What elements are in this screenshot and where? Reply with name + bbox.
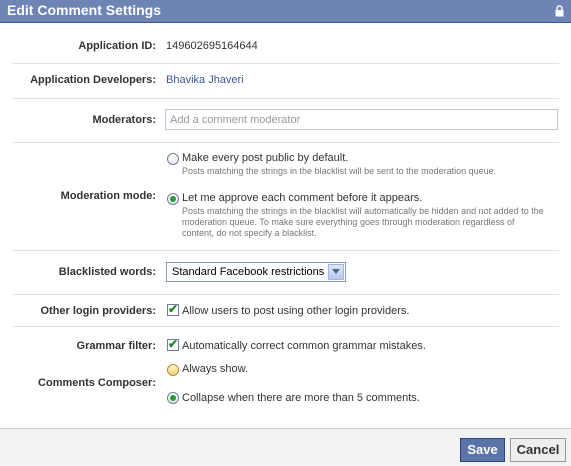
blacklist-select[interactable]: Standard Facebook restrictions <box>166 262 346 282</box>
application-id-value: 149602695164644 <box>166 40 258 52</box>
save-button[interactable]: Save <box>460 438 505 462</box>
divider <box>12 63 559 64</box>
edit-comment-settings-dialog: Edit Comment Settings Application ID: 14… <box>0 0 571 466</box>
check-icon: ✔ <box>168 302 179 316</box>
dialog-title: Edit Comment Settings <box>7 2 162 18</box>
composer-always-show-radio[interactable] <box>167 364 179 376</box>
composer-always-show-option[interactable]: Always show. <box>182 363 248 375</box>
divider <box>12 142 559 143</box>
application-id-label: Application ID: <box>78 40 156 52</box>
divider <box>12 98 559 99</box>
check-icon: ✔ <box>168 337 179 351</box>
grammar-filter-option[interactable]: Automatically correct common grammar mis… <box>182 340 426 352</box>
application-developers-label: Application Developers: <box>30 74 156 86</box>
other-login-providers-label: Other login providers: <box>40 305 156 317</box>
divider <box>12 326 559 327</box>
composer-collapse-option[interactable]: Collapse when there are more than 5 comm… <box>182 392 420 404</box>
moderation-approve-description-line2: moderation queue. To make sure everythin… <box>182 217 515 227</box>
moderation-public-radio[interactable] <box>167 153 179 165</box>
moderator-input[interactable] <box>165 109 558 130</box>
grammar-filter-label: Grammar filter: <box>76 340 156 352</box>
login-providers-checkbox[interactable]: ✔ <box>167 302 179 316</box>
login-providers-option[interactable]: Allow users to post using other login pr… <box>182 305 409 317</box>
moderation-approve-radio[interactable] <box>167 193 179 205</box>
developer-link[interactable]: Bhavika Jhaveri <box>166 74 244 86</box>
moderation-approve-option[interactable]: Let me approve each comment before it ap… <box>182 192 422 204</box>
lock-icon <box>555 5 564 17</box>
divider <box>12 294 559 295</box>
grammar-filter-checkbox[interactable]: ✔ <box>167 337 179 351</box>
comments-composer-label: Comments Composer: <box>38 377 156 389</box>
dialog-titlebar: Edit Comment Settings <box>0 0 571 23</box>
dialog-footer: Save Cancel <box>0 428 571 466</box>
chevron-down-icon[interactable] <box>328 264 344 280</box>
moderation-public-description: Posts matching the strings in the blackl… <box>182 166 497 176</box>
divider <box>12 250 559 251</box>
moderation-public-option[interactable]: Make every post public by default. <box>182 152 348 164</box>
cancel-button[interactable]: Cancel <box>510 438 566 462</box>
moderation-approve-description-line3: content, do not specify a blacklist. <box>182 228 317 238</box>
blacklist-selected-value: Standard Facebook restrictions <box>172 266 325 278</box>
blacklisted-words-label: Blacklisted words: <box>58 266 156 278</box>
composer-collapse-radio[interactable] <box>167 392 179 404</box>
moderation-mode-label: Moderation mode: <box>60 190 156 202</box>
moderation-approve-description-line1: Posts matching the strings in the blackl… <box>182 206 544 216</box>
moderators-label: Moderators: <box>92 114 156 126</box>
